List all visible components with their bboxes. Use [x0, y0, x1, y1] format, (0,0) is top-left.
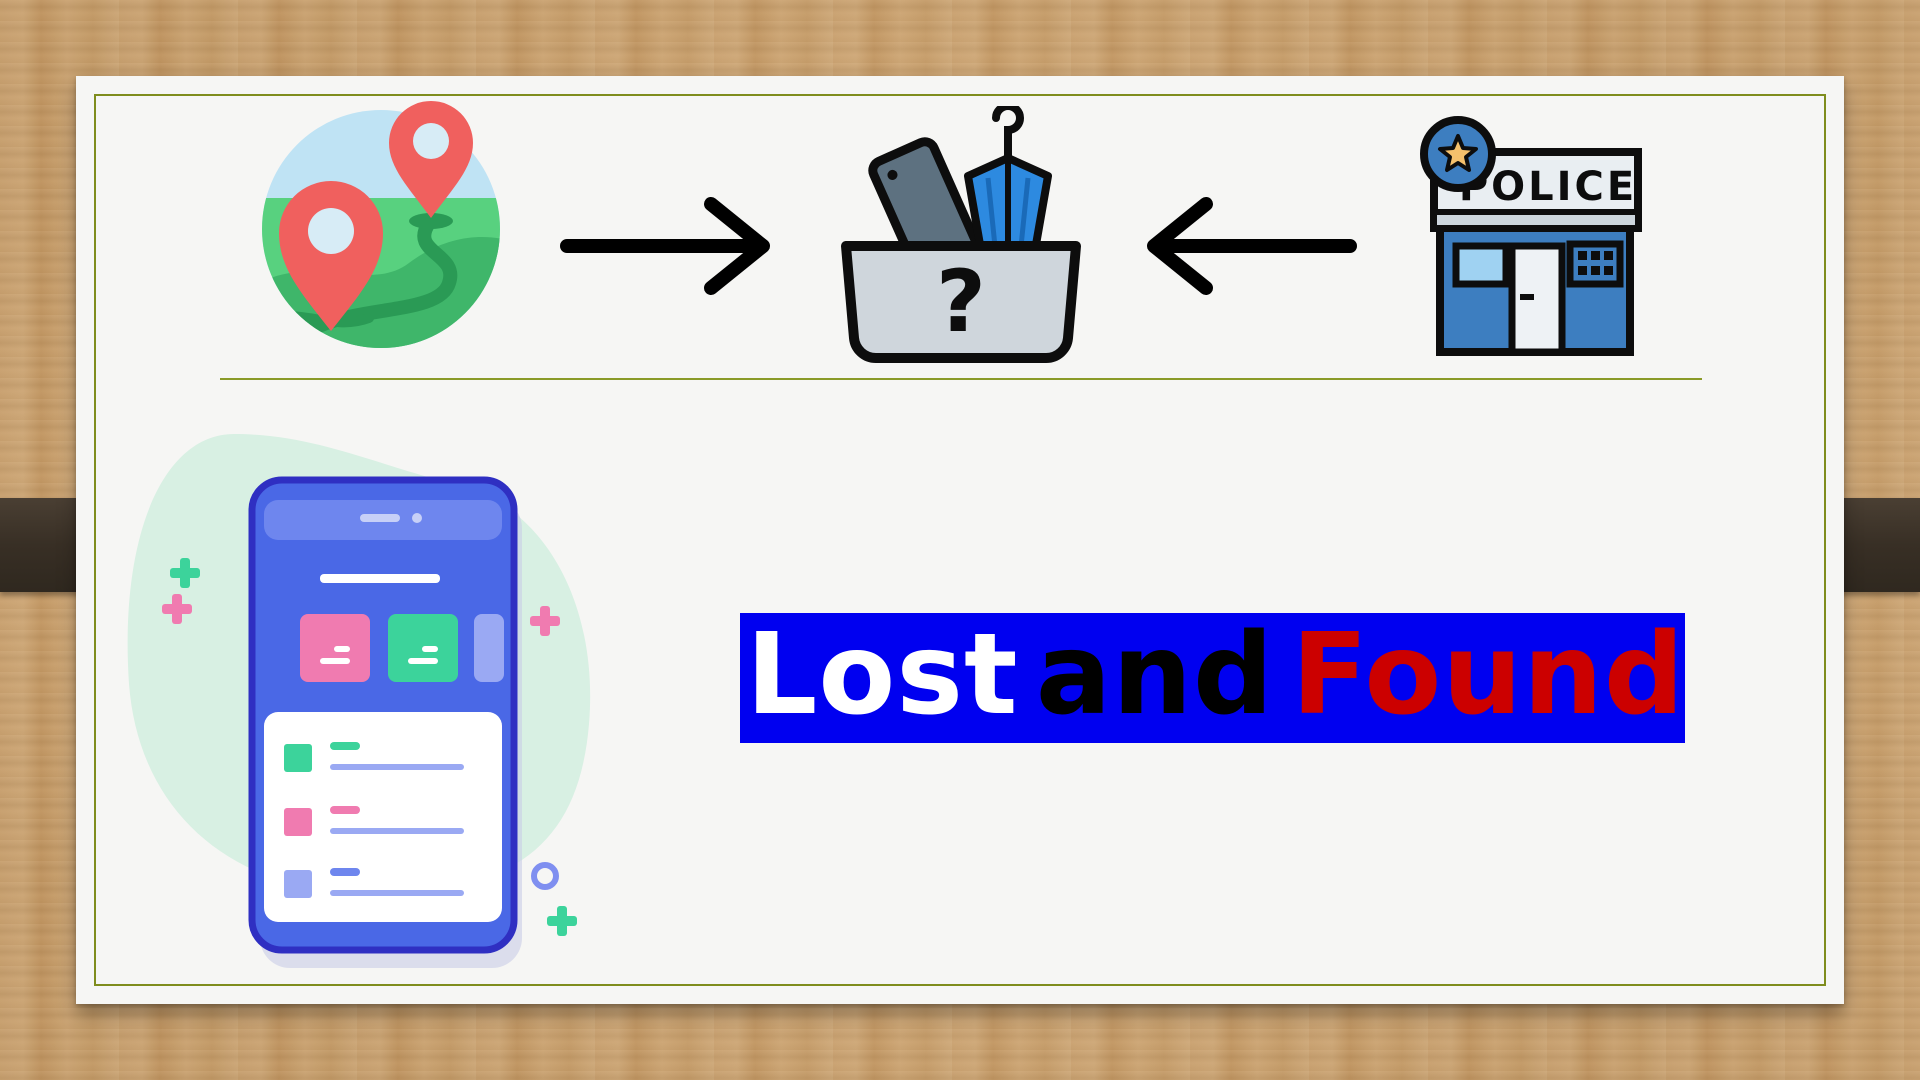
title-word-and: and: [1035, 613, 1275, 740]
basket-question-mark: ?: [936, 252, 986, 352]
arrow-right-icon: [559, 196, 779, 296]
title-word-lost: Lost: [746, 613, 1019, 740]
mobile-app-icon: [124, 424, 654, 1004]
lost-items-basket-icon: ?: [836, 106, 1086, 368]
police-station-icon: POLICE: [1420, 116, 1652, 356]
section-divider: [220, 378, 1702, 380]
title-banner: Lost and Found: [740, 613, 1685, 743]
map-pin-icon: [259, 93, 517, 363]
slide-card: ? POLICE Lost and Found: [76, 76, 1844, 1004]
title-word-found: Found: [1291, 613, 1685, 740]
arrow-left-icon: [1138, 196, 1358, 296]
